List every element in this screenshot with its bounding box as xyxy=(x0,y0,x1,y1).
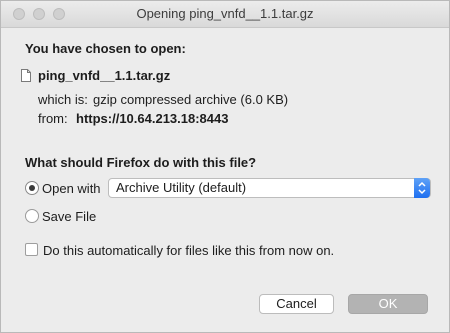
which-is-label: which is: xyxy=(38,92,88,107)
save-file-label[interactable]: Save File xyxy=(42,209,96,224)
file-type-value: gzip compressed archive (6.0 KB) xyxy=(93,92,289,107)
download-dialog: Opening ping_vnfd__1.1.tar.gz You have c… xyxy=(0,0,450,333)
file-row: ping_vnfd__1.1.tar.gz xyxy=(21,67,170,83)
open-with-label[interactable]: Open with xyxy=(42,181,101,196)
action-heading: What should Firefox do with this file? xyxy=(25,155,257,170)
source-url-value: https://10.64.213.18:8443 xyxy=(76,111,229,126)
cancel-button[interactable]: Cancel xyxy=(259,294,334,314)
title-bar[interactable]: Opening ping_vnfd__1.1.tar.gz xyxy=(1,1,449,28)
open-with-radio[interactable] xyxy=(25,181,39,195)
auto-checkbox[interactable] xyxy=(25,243,38,256)
application-select[interactable]: Archive Utility (default) xyxy=(108,178,431,198)
save-file-radio[interactable] xyxy=(25,209,39,223)
open-heading: You have chosen to open: xyxy=(25,41,186,56)
application-select-value: Archive Utility (default) xyxy=(116,180,247,195)
from-label: from: xyxy=(38,111,68,126)
document-icon xyxy=(21,68,31,82)
select-arrows-icon[interactable] xyxy=(414,178,430,198)
file-name: ping_vnfd__1.1.tar.gz xyxy=(38,67,171,83)
window-title: Opening ping_vnfd__1.1.tar.gz xyxy=(136,6,314,21)
auto-checkbox-label[interactable]: Do this automatically for files like thi… xyxy=(43,243,334,258)
ok-button[interactable]: OK xyxy=(348,294,428,314)
